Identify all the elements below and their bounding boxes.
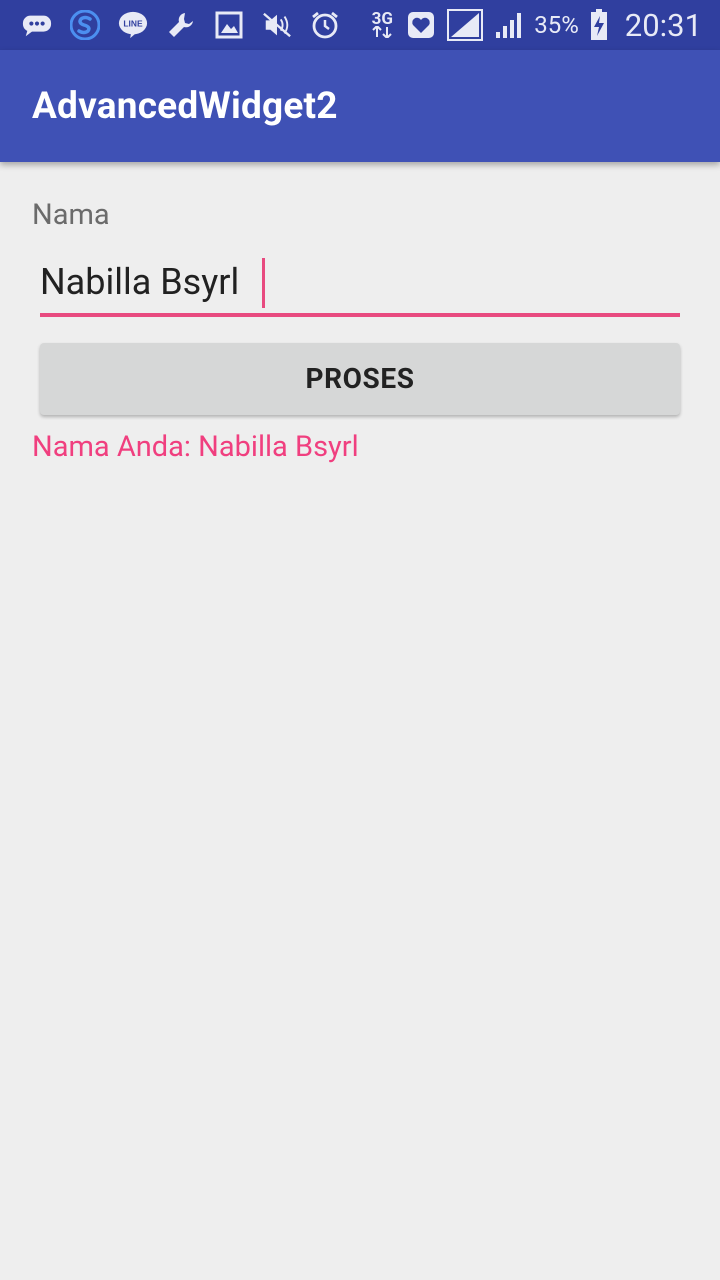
line-icon: LINE [118,10,148,40]
heart-icon [406,10,436,40]
app-bar: AdvancedWidget2 [0,50,720,162]
network-type: 3G [371,9,393,29]
network-3g-icon: 3G [368,10,396,40]
s-app-icon [70,10,100,40]
system-icons: 3G 35% 20:31 [368,0,702,50]
line-label: LINE [123,18,143,28]
name-label: Nama [32,198,110,232]
clock: 20:31 [624,6,702,44]
wrench-icon [166,10,196,40]
name-input[interactable] [40,250,680,314]
mute-icon [262,10,292,40]
proses-button[interactable]: PROSES [40,343,680,415]
input-underline [40,313,680,317]
battery-percent: 35% [534,11,579,39]
wifi-signal-icon [446,9,484,41]
signal-icon [494,10,524,40]
chat-bubble-icon [22,10,52,40]
alarm-icon [310,10,340,40]
app-title: AdvancedWidget2 [32,85,338,128]
battery-charging-icon [589,9,609,40]
text-cursor [262,258,265,308]
gallery-icon [214,10,244,40]
name-input-container [40,250,680,318]
result-text: Nama Anda: Nabilla Bsyrl [32,430,359,464]
status-bar: LINE 3G 35% 20:31 [0,0,720,50]
notification-icons: LINE [0,0,340,50]
